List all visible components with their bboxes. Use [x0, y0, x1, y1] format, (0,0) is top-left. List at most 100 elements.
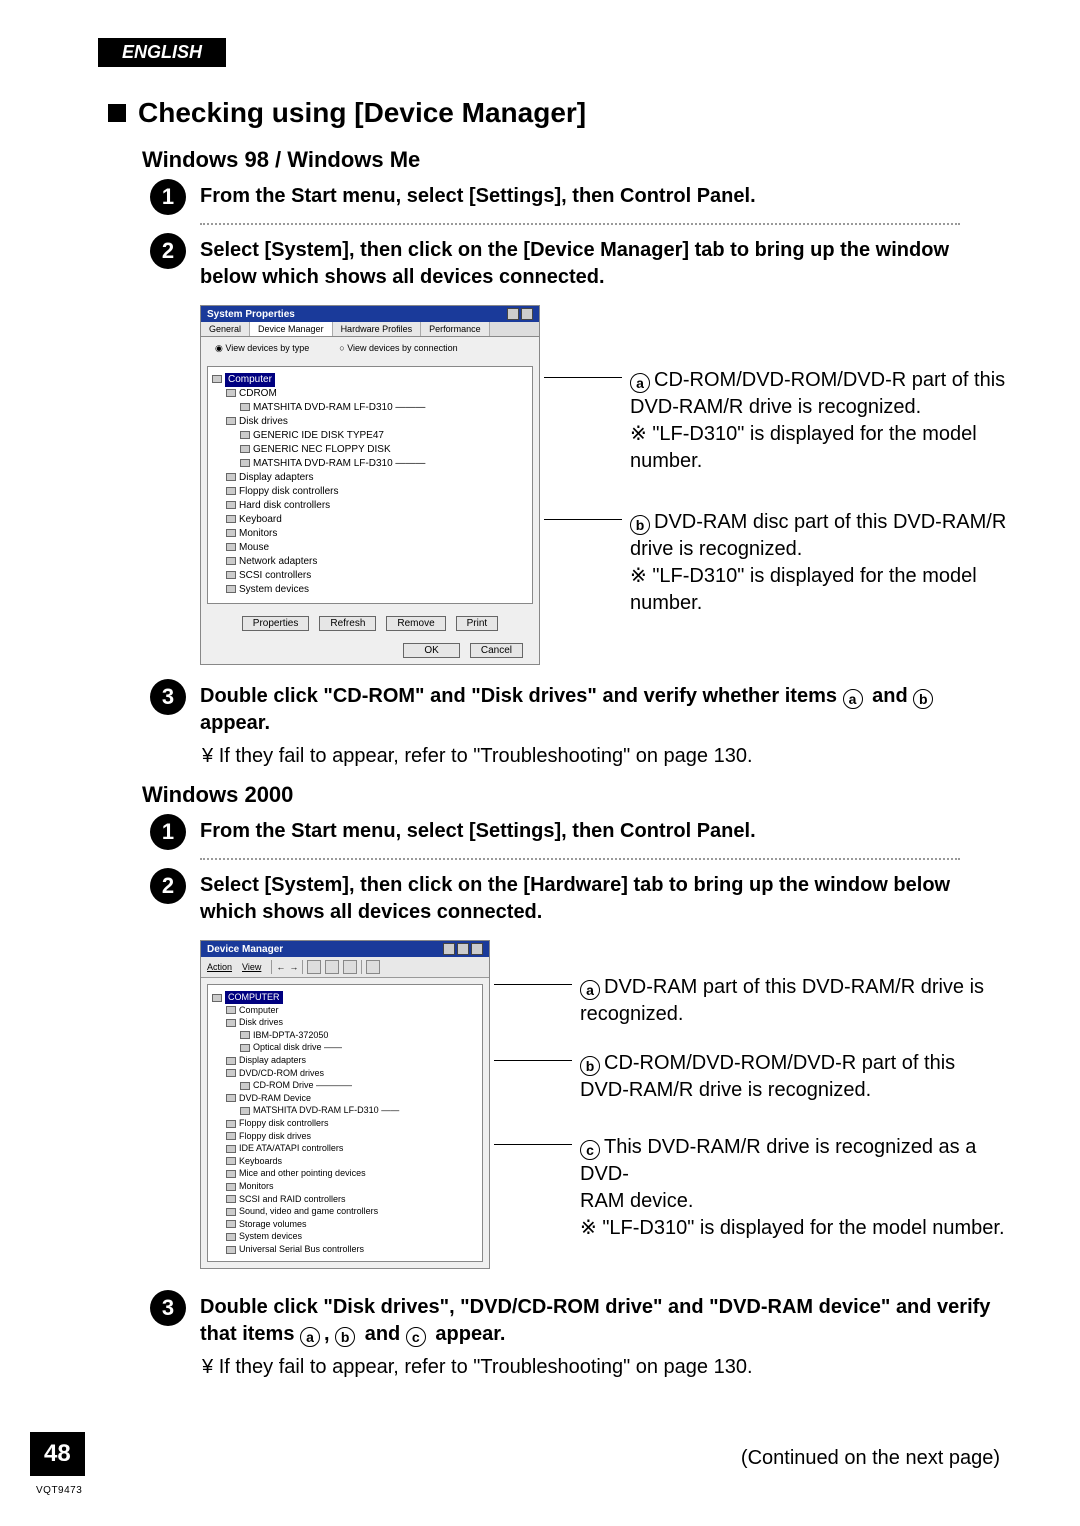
callout-a: aDVD-RAM part of this DVD-RAM/R drive is… [580, 974, 1020, 1028]
main-heading-text: Checking using [Device Manager] [138, 97, 586, 129]
tree-item: CD-ROM Drive [253, 1080, 314, 1090]
dialog-action-buttons: Properties Refresh Remove Print [201, 610, 539, 637]
step-row: 3 Double click "Disk drives", "DVD/CD-RO… [150, 1290, 1020, 1348]
display-icon [226, 1057, 236, 1065]
tree-item: Mouse [239, 542, 269, 553]
view-mode-radios: View devices by type View devices by con… [201, 337, 539, 360]
tab-hardware-profiles: Hardware Profiles [333, 322, 422, 336]
menu-action: Action [207, 962, 232, 972]
tab-general: General [201, 322, 250, 336]
network-icon [226, 557, 236, 565]
continued-note: (Continued on the next page) [741, 1447, 1000, 1470]
step-text-part: appear. [200, 712, 270, 734]
tree-item: Universal Serial Bus controllers [239, 1244, 364, 1254]
back-icon: ← [276, 962, 285, 972]
step-number-3: 3 [150, 1290, 186, 1326]
letter-b-icon: b [913, 689, 933, 709]
tree-item: SCSI controllers [239, 570, 311, 581]
usb-icon [226, 1246, 236, 1254]
toolbar-button-icon [343, 960, 357, 974]
callout-text: CD-ROM/DVD-ROM/DVD-R part of this [604, 1052, 955, 1074]
tree-root: Computer [225, 373, 275, 387]
callout-text: CD-ROM/DVD-ROM/DVD-R part of this [654, 369, 1005, 391]
callout-b: bDVD-RAM disc part of this DVD-RAM/R dri… [630, 509, 1020, 617]
step-text-part: appear. [430, 1323, 506, 1345]
step-number-1: 1 [150, 814, 186, 850]
tree-item: Optical disk drive [253, 1042, 322, 1052]
scsi-icon [226, 571, 236, 579]
computer-icon [212, 994, 222, 1002]
mouse-icon [226, 1170, 236, 1178]
minimize-icon [443, 943, 455, 955]
tree-item: Floppy disk controllers [239, 486, 338, 497]
drive-icon [240, 1031, 250, 1039]
tree-item: Disk drives [239, 416, 288, 427]
tree-item: MATSHITA DVD-RAM LF-D310 [253, 458, 393, 469]
display-icon [226, 473, 236, 481]
tree-item: IBM-DPTA-372050 [253, 1030, 328, 1040]
tree-item: Display adapters [239, 1055, 306, 1065]
system-icon [226, 1233, 236, 1241]
ok-button: OK [403, 643, 459, 658]
system-icon [226, 585, 236, 593]
drive-icon [240, 403, 250, 411]
callout-b: bCD-ROM/DVD-ROM/DVD-R part of this DVD-R… [580, 1050, 1020, 1104]
step-text-part: and [359, 1323, 406, 1345]
dotted-separator [200, 223, 960, 225]
step-row: 1 From the Start menu, select [Settings]… [150, 814, 1020, 850]
sound-icon [226, 1208, 236, 1216]
subheading-win2000: Windows 2000 [142, 782, 1020, 808]
step-3-note: If they fail to appear, refer to "Troubl… [202, 743, 1020, 770]
toolbar-button-icon [366, 960, 380, 974]
toolbar: Action View ← → [201, 957, 489, 978]
tree-item: GENERIC NEC FLOPPY DISK [253, 444, 391, 455]
tree-item: System devices [239, 1231, 302, 1241]
tree-item: Disk drives [239, 1017, 283, 1027]
tree-item: SCSI and RAID controllers [239, 1194, 346, 1204]
maximize-icon [457, 943, 469, 955]
tab-device-manager: Device Manager [250, 322, 333, 336]
close-icon [471, 943, 483, 955]
letter-b-icon: b [580, 1056, 600, 1076]
scsi-icon [226, 1195, 236, 1203]
disk-icon [226, 417, 236, 425]
tree-item: DVD-RAM Device [239, 1093, 311, 1103]
figure-win2000: Device Manager Action View ← → COMPUTER … [200, 940, 1020, 1276]
step-text-part: , [324, 1323, 335, 1345]
hdd-icon [226, 501, 236, 509]
main-heading: Checking using [Device Manager] [108, 97, 1020, 129]
callouts-win2000: aDVD-RAM part of this DVD-RAM/R drive is… [490, 940, 1020, 1276]
toolbar-separator [271, 960, 272, 974]
tree-item: Monitors [239, 1181, 274, 1191]
keyboard-icon [226, 515, 236, 523]
letter-b-icon: b [630, 515, 650, 535]
monitor-icon [226, 1183, 236, 1191]
callout-c: cThis DVD-RAM/R drive is recognized as a… [580, 1134, 1020, 1242]
callout-text: DVD-RAM disc part of this DVD-RAM/R [654, 511, 1006, 533]
print-button: Print [456, 616, 499, 631]
keyboard-icon [226, 1157, 236, 1165]
toolbar-button-icon [325, 960, 339, 974]
callout-text: drive is recognized. [630, 536, 1020, 563]
step-text-part: and [867, 685, 914, 707]
window-titlebar: Device Manager [201, 941, 489, 957]
tree-item: Floppy disk drives [239, 1131, 311, 1141]
step-row: 2 Select [System], then click on the [De… [150, 233, 1020, 291]
dialog-close-buttons: OK Cancel [201, 637, 539, 664]
monitor-icon [226, 529, 236, 537]
tree-root: COMPUTER [225, 991, 283, 1004]
tree-item: Display adapters [239, 472, 313, 483]
window-control-icons [507, 308, 533, 320]
tree-item: GENERIC IDE DISK TYPE47 [253, 430, 384, 441]
computer-icon [226, 1006, 236, 1014]
window-control-icons [443, 943, 483, 955]
step-text-part: Double click "CD-ROM" and "Disk drives" … [200, 685, 843, 707]
tree-item: Computer [239, 1005, 279, 1015]
drive-icon [240, 445, 250, 453]
step-number-2: 2 [150, 868, 186, 904]
dialog-title: System Properties [207, 309, 295, 320]
toolbar-separator [302, 960, 303, 974]
tree-item: CDROM [239, 388, 277, 399]
language-badge: ENGLISH [98, 38, 226, 67]
letter-a-icon: a [630, 373, 650, 393]
